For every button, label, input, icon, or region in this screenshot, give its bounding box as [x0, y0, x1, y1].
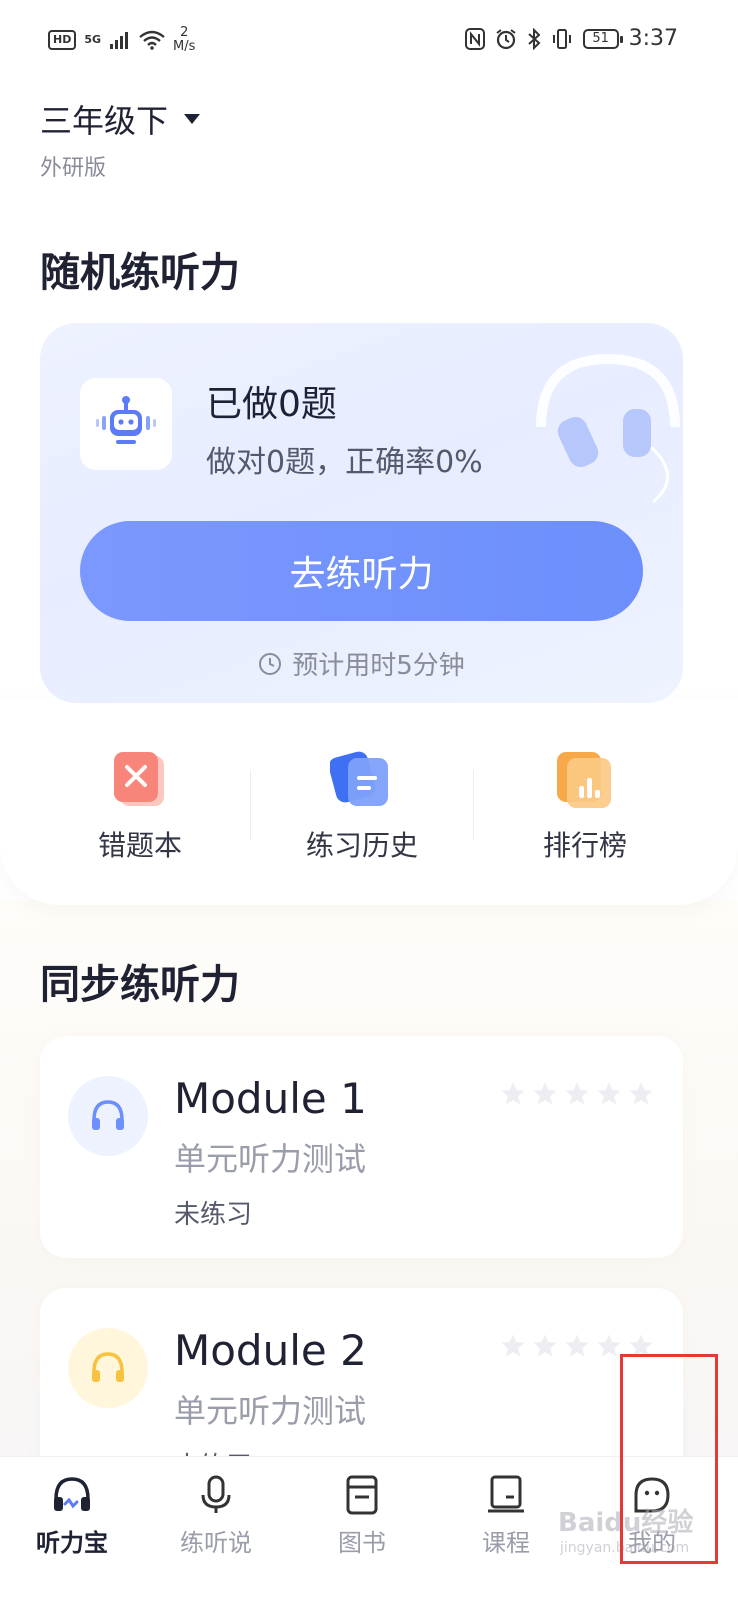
- module-title: Module 2: [174, 1326, 367, 1375]
- nav-item-books[interactable]: 图书: [302, 1473, 422, 1558]
- bluetooth-icon: [527, 27, 541, 50]
- estimated-time-text: 预计用时5分钟: [292, 651, 465, 681]
- nfc-icon: [464, 27, 485, 50]
- headphone-illustration-icon: [536, 353, 680, 504]
- microphone-icon: [201, 1475, 231, 1513]
- history-label: 练习历史: [305, 829, 418, 862]
- nav-item-courses[interactable]: 课程: [446, 1473, 566, 1558]
- grade-title: 三年级下: [40, 102, 169, 140]
- section-title-sync: 同步练听力: [40, 962, 240, 1008]
- module-status: 未练习: [174, 1200, 253, 1230]
- vibrate-icon: [552, 28, 571, 49]
- estimated-time: 预计用时5分钟: [40, 645, 683, 682]
- grade-dropdown[interactable]: 三年级下: [40, 96, 201, 142]
- ranking-button[interactable]: 排行榜: [485, 750, 685, 864]
- caret-down-icon: [184, 114, 201, 124]
- section-title-random: 随机练听力: [40, 250, 240, 296]
- clock-icon: [259, 652, 282, 675]
- star-icon: [597, 1082, 621, 1105]
- ranking-label: 排行榜: [542, 829, 627, 862]
- module-stars: [499, 1080, 655, 1108]
- speed-unit: M/s: [173, 39, 196, 54]
- headphone-icon: [92, 1352, 124, 1382]
- star-icon: [501, 1334, 525, 1357]
- wrong-book-button[interactable]: 错题本: [40, 750, 240, 864]
- nav-label: 听力宝: [36, 1529, 108, 1557]
- star-icon: [501, 1082, 525, 1105]
- network-speed: 2 M/s: [173, 26, 195, 54]
- module-subtitle: 单元听力测试: [174, 1392, 367, 1430]
- status-time: 3:37: [628, 26, 678, 51]
- alarm-icon: [495, 28, 516, 49]
- status-left: HD 5G 2 M/s: [48, 26, 195, 54]
- divider: [473, 770, 474, 840]
- history-button[interactable]: 练习历史: [262, 750, 462, 864]
- status-bar: HD 5G 2 M/s 51 3:37: [0, 0, 738, 84]
- accuracy-text: 做对0题，正确率0%: [206, 445, 483, 480]
- star-icon: [565, 1334, 589, 1357]
- module-icon-bg: [68, 1328, 148, 1408]
- network-type: 5G: [84, 33, 102, 46]
- headphone-icon: [92, 1100, 124, 1130]
- annotation-highlight-box: [620, 1354, 718, 1564]
- robot-icon: [96, 396, 156, 444]
- headphone-icon: [54, 1477, 90, 1511]
- module-card-1[interactable]: Module 1 单元听力测试 未练习: [40, 1036, 683, 1258]
- module-subtitle: 单元听力测试: [174, 1140, 367, 1178]
- hd-badge: HD: [48, 30, 77, 50]
- star-icon: [533, 1082, 557, 1105]
- battery-indicator: 51: [582, 28, 623, 49]
- questions-done: 已做0题: [206, 384, 337, 425]
- star-icon: [565, 1082, 589, 1105]
- module-icon-bg: [68, 1076, 148, 1156]
- star-icon: [533, 1334, 557, 1357]
- nav-label: 图书: [338, 1529, 386, 1557]
- star-icon: [629, 1082, 653, 1105]
- quick-actions: 错题本 练习历史 排行榜: [0, 750, 738, 870]
- wifi-icon: [139, 30, 165, 50]
- nav-label: 课程: [482, 1529, 530, 1557]
- signal-icon: [110, 32, 129, 49]
- speed-value: 2: [180, 25, 189, 40]
- divider: [250, 770, 251, 840]
- wrong-book-icon: [114, 752, 164, 806]
- ranking-icon: [557, 752, 611, 808]
- module-title: Module 1: [174, 1074, 367, 1123]
- random-practice-card: 已做0题 做对0题，正确率0% 去练听力 预计用时5分钟: [40, 323, 683, 703]
- star-icon: [597, 1334, 621, 1357]
- wrong-book-label: 错题本: [97, 829, 182, 862]
- robot-avatar: [80, 378, 172, 470]
- grade-selector[interactable]: 三年级下 外研版: [40, 96, 201, 182]
- nav-item-speaking[interactable]: 练听说: [156, 1473, 276, 1558]
- nav-label: 练听说: [180, 1529, 252, 1557]
- book-icon: [346, 1475, 378, 1515]
- start-practice-button[interactable]: 去练听力: [80, 521, 643, 621]
- textbook-edition: 外研版: [40, 156, 107, 181]
- nav-item-listening[interactable]: 听力宝: [12, 1473, 132, 1558]
- history-icon: [330, 751, 388, 806]
- status-right: 51 3:37: [464, 26, 678, 51]
- course-icon: [488, 1475, 524, 1513]
